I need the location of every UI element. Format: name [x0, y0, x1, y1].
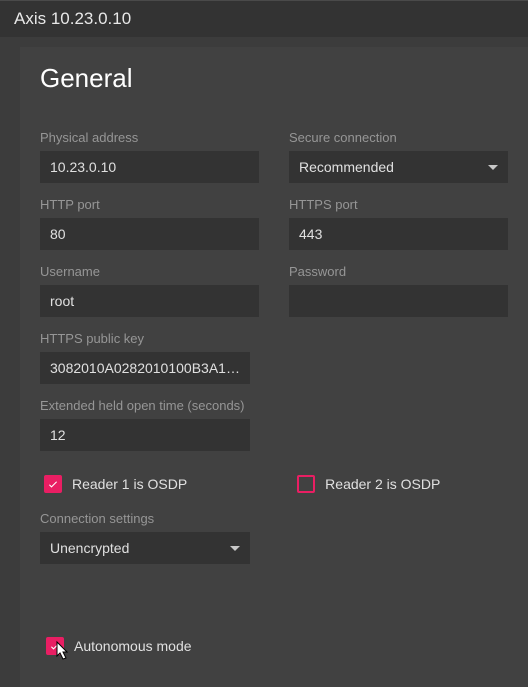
password-label: Password [289, 264, 508, 279]
check-icon [47, 478, 59, 490]
extended-held-label: Extended held open time (seconds) [40, 398, 250, 413]
username-label: Username [40, 264, 259, 279]
reader1-osdp-label: Reader 1 is OSDP [72, 476, 187, 492]
https-port-group: HTTPS port [289, 197, 508, 250]
secure-connection-value: Recommended [299, 159, 394, 175]
chevron-down-icon [488, 165, 498, 170]
window-header: Axis 10.23.0.10 [0, 0, 528, 37]
extended-held-group: Extended held open time (seconds) [40, 398, 250, 451]
physical-address-group: Physical address [40, 130, 259, 183]
username-group: Username [40, 264, 259, 317]
connection-settings-group: Connection settings Unencrypted [40, 511, 250, 564]
reader2-osdp-item: Reader 2 is OSDP [297, 475, 440, 493]
autonomous-mode-checkbox[interactable] [46, 637, 64, 655]
https-public-key-input[interactable] [40, 352, 250, 384]
username-input[interactable] [40, 285, 259, 317]
extended-held-input[interactable] [40, 419, 250, 451]
connection-settings-label: Connection settings [40, 511, 250, 526]
window-title: Axis 10.23.0.10 [14, 9, 131, 28]
http-port-input[interactable] [40, 218, 259, 250]
secure-connection-label: Secure connection [289, 130, 508, 145]
secure-connection-group: Secure connection Recommended [289, 130, 508, 183]
reader2-osdp-checkbox[interactable] [297, 475, 315, 493]
https-port-input[interactable] [289, 218, 508, 250]
connection-settings-value: Unencrypted [50, 540, 129, 556]
autonomous-mode-item: Autonomous mode [46, 637, 192, 655]
autonomous-mode-label: Autonomous mode [74, 638, 192, 654]
https-public-key-group: HTTPS public key [40, 331, 250, 384]
http-port-group: HTTP port [40, 197, 259, 250]
physical-address-input[interactable] [40, 151, 259, 183]
https-port-label: HTTPS port [289, 197, 508, 212]
general-panel: General Physical address Secure connecti… [20, 47, 528, 687]
panel-title: General [40, 63, 508, 94]
reader2-osdp-label: Reader 2 is OSDP [325, 476, 440, 492]
connection-settings-select[interactable]: Unencrypted [40, 532, 250, 564]
reader1-osdp-item: Reader 1 is OSDP [44, 475, 187, 493]
check-icon [49, 640, 61, 652]
https-public-key-label: HTTPS public key [40, 331, 250, 346]
physical-address-label: Physical address [40, 130, 259, 145]
http-port-label: HTTP port [40, 197, 259, 212]
password-group: Password [289, 264, 508, 317]
reader1-osdp-checkbox[interactable] [44, 475, 62, 493]
secure-connection-select[interactable]: Recommended [289, 151, 508, 183]
chevron-down-icon [230, 546, 240, 551]
password-input[interactable] [289, 285, 508, 317]
